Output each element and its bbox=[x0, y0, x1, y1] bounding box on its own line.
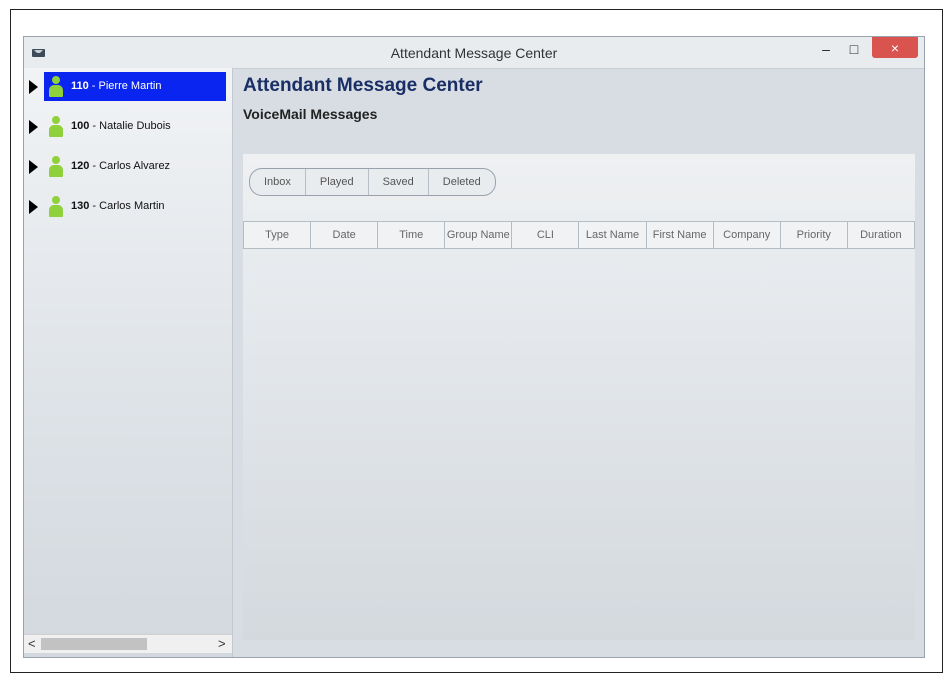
expand-arrow-icon[interactable] bbox=[29, 80, 38, 94]
person-icon bbox=[49, 115, 63, 137]
scroll-right-icon[interactable]: > bbox=[218, 636, 226, 651]
column-header-priority[interactable]: Priority bbox=[779, 222, 847, 248]
column-header-company[interactable]: Company bbox=[712, 222, 780, 248]
page-title: Attendant Message Center bbox=[243, 75, 483, 96]
section-title: VoiceMail Messages bbox=[243, 106, 378, 122]
person-icon bbox=[49, 75, 63, 97]
tree-item-110[interactable]: 110 - Pierre Martin bbox=[24, 72, 232, 101]
tree-item-label: 100 - Natalie Dubois bbox=[71, 120, 171, 132]
close-button[interactable]: × bbox=[872, 37, 918, 58]
tree-item-120[interactable]: 120 - Carlos Alvarez bbox=[24, 152, 232, 180]
column-header-cli[interactable]: CLI bbox=[511, 222, 578, 248]
tree-item-130[interactable]: 130 - Carlos Martin bbox=[24, 192, 232, 220]
tab-inbox[interactable]: Inbox bbox=[250, 169, 305, 195]
message-tabs: Inbox Played Saved Deleted bbox=[249, 168, 496, 196]
tree-item-label: 110 - Pierre Martin bbox=[71, 80, 162, 92]
expand-arrow-icon[interactable] bbox=[29, 160, 38, 174]
scroll-thumb[interactable] bbox=[41, 638, 147, 650]
contacts-sidebar: 110 - Pierre Martin 100 - Natalie Dubois… bbox=[24, 68, 233, 657]
title-bar[interactable]: Attendant Message Center – □ × bbox=[24, 37, 924, 69]
tree-item-label: 130 - Carlos Martin bbox=[71, 200, 165, 212]
person-icon bbox=[49, 195, 63, 217]
messages-panel: Inbox Played Saved Deleted Type Date Tim… bbox=[243, 154, 915, 640]
tree-item-100[interactable]: 100 - Natalie Dubois bbox=[24, 112, 232, 140]
column-header-group-name[interactable]: Group Name bbox=[444, 222, 511, 248]
maximize-button[interactable]: □ bbox=[842, 37, 866, 61]
column-header-type[interactable]: Type bbox=[244, 222, 310, 248]
column-header-duration[interactable]: Duration bbox=[846, 222, 914, 248]
column-header-last-name[interactable]: Last Name bbox=[578, 222, 645, 248]
column-header-time[interactable]: Time bbox=[377, 222, 444, 248]
tab-played[interactable]: Played bbox=[304, 169, 368, 195]
expand-arrow-icon[interactable] bbox=[29, 120, 38, 134]
window-title: Attendant Message Center bbox=[390, 45, 558, 61]
person-icon bbox=[49, 155, 63, 177]
app-window: Attendant Message Center – □ × 110 - Pie… bbox=[23, 36, 925, 658]
horizontal-scrollbar[interactable]: < > bbox=[24, 634, 232, 653]
tree-item-label: 120 - Carlos Alvarez bbox=[71, 160, 171, 172]
tab-saved[interactable]: Saved bbox=[367, 169, 428, 195]
expand-arrow-icon[interactable] bbox=[29, 200, 38, 214]
tab-deleted[interactable]: Deleted bbox=[427, 169, 495, 195]
column-header-date[interactable]: Date bbox=[310, 222, 377, 248]
column-header-first-name[interactable]: First Name bbox=[645, 222, 713, 248]
messages-table-header: Type Date Time Group Name CLI Last Name … bbox=[243, 221, 915, 249]
minimize-button[interactable]: – bbox=[814, 37, 838, 61]
scroll-left-icon[interactable]: < bbox=[28, 636, 36, 651]
main-panel: Attendant Message Center VoiceMail Messa… bbox=[233, 68, 924, 657]
